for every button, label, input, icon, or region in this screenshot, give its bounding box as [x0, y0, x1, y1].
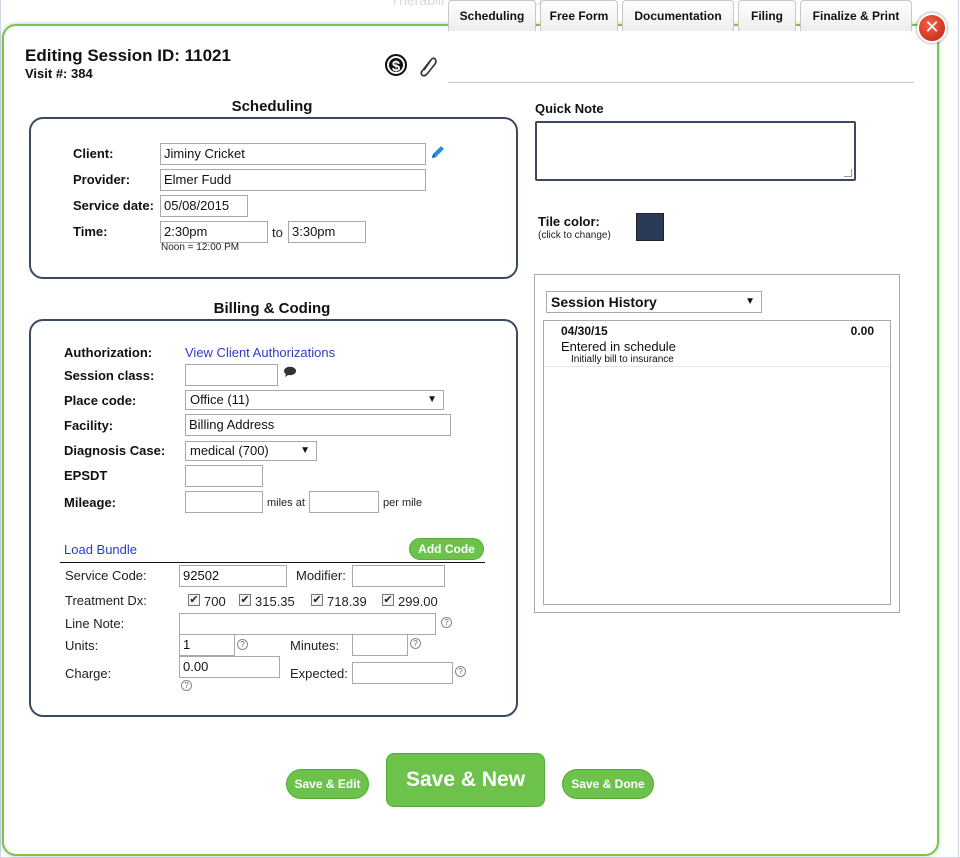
dx-code-1: 700	[204, 594, 226, 609]
help-icon[interactable]: ?	[441, 617, 452, 628]
history-date: 04/30/15	[561, 324, 608, 338]
save-new-button[interactable]: Save & New	[386, 753, 545, 807]
tab-scheduling[interactable]: Scheduling	[448, 0, 536, 31]
modifier-label: Modifier:	[296, 568, 346, 583]
time-to-label: to	[272, 225, 283, 240]
comment-icon[interactable]	[283, 366, 297, 378]
tile-color-hint: (click to change)	[538, 230, 611, 241]
session-history-value: Session History	[551, 294, 657, 310]
scheduling-title: Scheduling	[30, 98, 514, 115]
units-field[interactable]: 1	[179, 634, 235, 656]
provider-field[interactable]: Elmer Fudd	[160, 169, 426, 191]
bundle-divider	[60, 562, 485, 563]
outer-border-left	[0, 0, 1, 858]
facility-label: Facility:	[64, 418, 113, 433]
treatment-dx-label: Treatment Dx:	[65, 593, 147, 608]
session-title: Editing Session ID: 11021	[25, 46, 231, 66]
miles-at-label: miles at	[267, 497, 305, 509]
tab-finalize-print[interactable]: Finalize & Print	[800, 0, 912, 31]
service-code-label: Service Code:	[65, 568, 147, 583]
tile-color-label: Tile color:	[538, 214, 600, 229]
dx-checkbox-1[interactable]: ✔	[188, 594, 200, 606]
dx-checkbox-4[interactable]: ✔	[382, 594, 394, 606]
per-mile-label: per mile	[383, 497, 422, 509]
expected-label: Expected:	[290, 666, 348, 681]
help-icon[interactable]: ?	[410, 638, 421, 649]
load-bundle-link[interactable]: Load Bundle	[64, 542, 137, 557]
place-code-label: Place code:	[64, 393, 136, 408]
epsdt-field[interactable]	[185, 465, 263, 487]
history-detail: Initially bill to insurance	[571, 354, 674, 365]
session-history-list: 04/30/15 0.00 Entered in schedule Initia…	[543, 320, 891, 605]
place-code-value: Office (11)	[190, 392, 249, 407]
rate-per-mile-field[interactable]	[309, 491, 379, 513]
mileage-field[interactable]	[185, 491, 263, 513]
chevron-down-icon: ▼	[745, 292, 755, 312]
chevron-down-icon: ▼	[300, 442, 310, 460]
dx-code-3: 718.39	[327, 594, 367, 609]
diagnosis-case-label: Diagnosis Case:	[64, 443, 165, 458]
charge-field[interactable]: 0.00	[179, 656, 280, 678]
diagnosis-case-value: medical (700)	[190, 443, 269, 458]
view-authorizations-link[interactable]: View Client Authorizations	[185, 345, 335, 360]
visit-number: Visit #: 384	[25, 66, 93, 81]
facility-field[interactable]: Billing Address	[185, 414, 451, 436]
expected-field[interactable]	[352, 662, 453, 684]
authorization-label: Authorization:	[64, 345, 152, 360]
tab-filing[interactable]: Filing	[738, 0, 796, 31]
tab-documentation[interactable]: Documentation	[622, 0, 734, 31]
line-note-label: Line Note:	[65, 616, 124, 631]
dx-code-2: 315.35	[255, 594, 295, 609]
dx-checkbox-2[interactable]: ✔	[239, 594, 251, 606]
dollar-icon[interactable]: $	[385, 54, 407, 76]
billing-title: Billing & Coding	[30, 300, 514, 317]
session-class-field[interactable]	[185, 364, 278, 386]
help-icon[interactable]: ?	[455, 666, 466, 677]
resize-handle[interactable]	[844, 169, 852, 177]
minutes-field[interactable]	[352, 634, 408, 656]
list-item[interactable]: 04/30/15 0.00 Entered in schedule Initia…	[544, 321, 890, 367]
service-date-field[interactable]: 05/08/2015	[160, 195, 248, 217]
quick-note-textarea[interactable]	[535, 121, 856, 181]
tabs-underline	[448, 82, 914, 83]
dx-code-4: 299.00	[398, 594, 438, 609]
line-note-field[interactable]	[179, 613, 436, 635]
add-code-button[interactable]: Add Code	[409, 538, 484, 560]
service-date-label: Service date:	[73, 198, 154, 213]
charge-label: Charge:	[65, 666, 111, 681]
session-class-label: Session class:	[64, 368, 154, 383]
provider-label: Provider:	[73, 172, 130, 187]
pencil-icon[interactable]	[430, 144, 446, 160]
dx-checkbox-3[interactable]: ✔	[311, 594, 323, 606]
epsdt-label: EPSDT	[64, 468, 107, 483]
time-start-field[interactable]: 2:30pm	[160, 221, 268, 243]
help-icon[interactable]: ?	[181, 680, 192, 691]
paperclip-icon[interactable]	[418, 54, 438, 78]
tile-color-swatch[interactable]	[636, 213, 664, 241]
service-code-field[interactable]: 92502	[179, 565, 287, 587]
diagnosis-case-select[interactable]: medical (700) ▼	[185, 441, 317, 461]
place-code-select[interactable]: Office (11) ▼	[185, 390, 444, 410]
save-done-button[interactable]: Save & Done	[562, 769, 654, 799]
time-end-field[interactable]: 3:30pm	[288, 221, 366, 243]
mileage-label: Mileage:	[64, 495, 116, 510]
outer-border-right	[958, 0, 959, 858]
session-history-select[interactable]: Session History ▼	[546, 291, 762, 313]
history-event: Entered in schedule	[561, 339, 676, 354]
quick-note-label: Quick Note	[535, 101, 604, 116]
tab-free-form[interactable]: Free Form	[540, 0, 618, 31]
help-icon[interactable]: ?	[237, 639, 248, 650]
close-button[interactable]: ✕	[917, 13, 947, 43]
units-label: Units:	[65, 638, 98, 653]
client-field[interactable]: Jiminy Cricket	[160, 143, 426, 165]
modifier-field[interactable]	[352, 565, 445, 587]
minutes-label: Minutes:	[290, 638, 339, 653]
time-label: Time:	[73, 224, 107, 239]
noon-hint: Noon = 12:00 PM	[161, 242, 239, 253]
save-edit-button[interactable]: Save & Edit	[286, 769, 369, 799]
chevron-down-icon: ▼	[427, 391, 437, 409]
client-label: Client:	[73, 146, 113, 161]
history-amount: 0.00	[851, 324, 874, 338]
